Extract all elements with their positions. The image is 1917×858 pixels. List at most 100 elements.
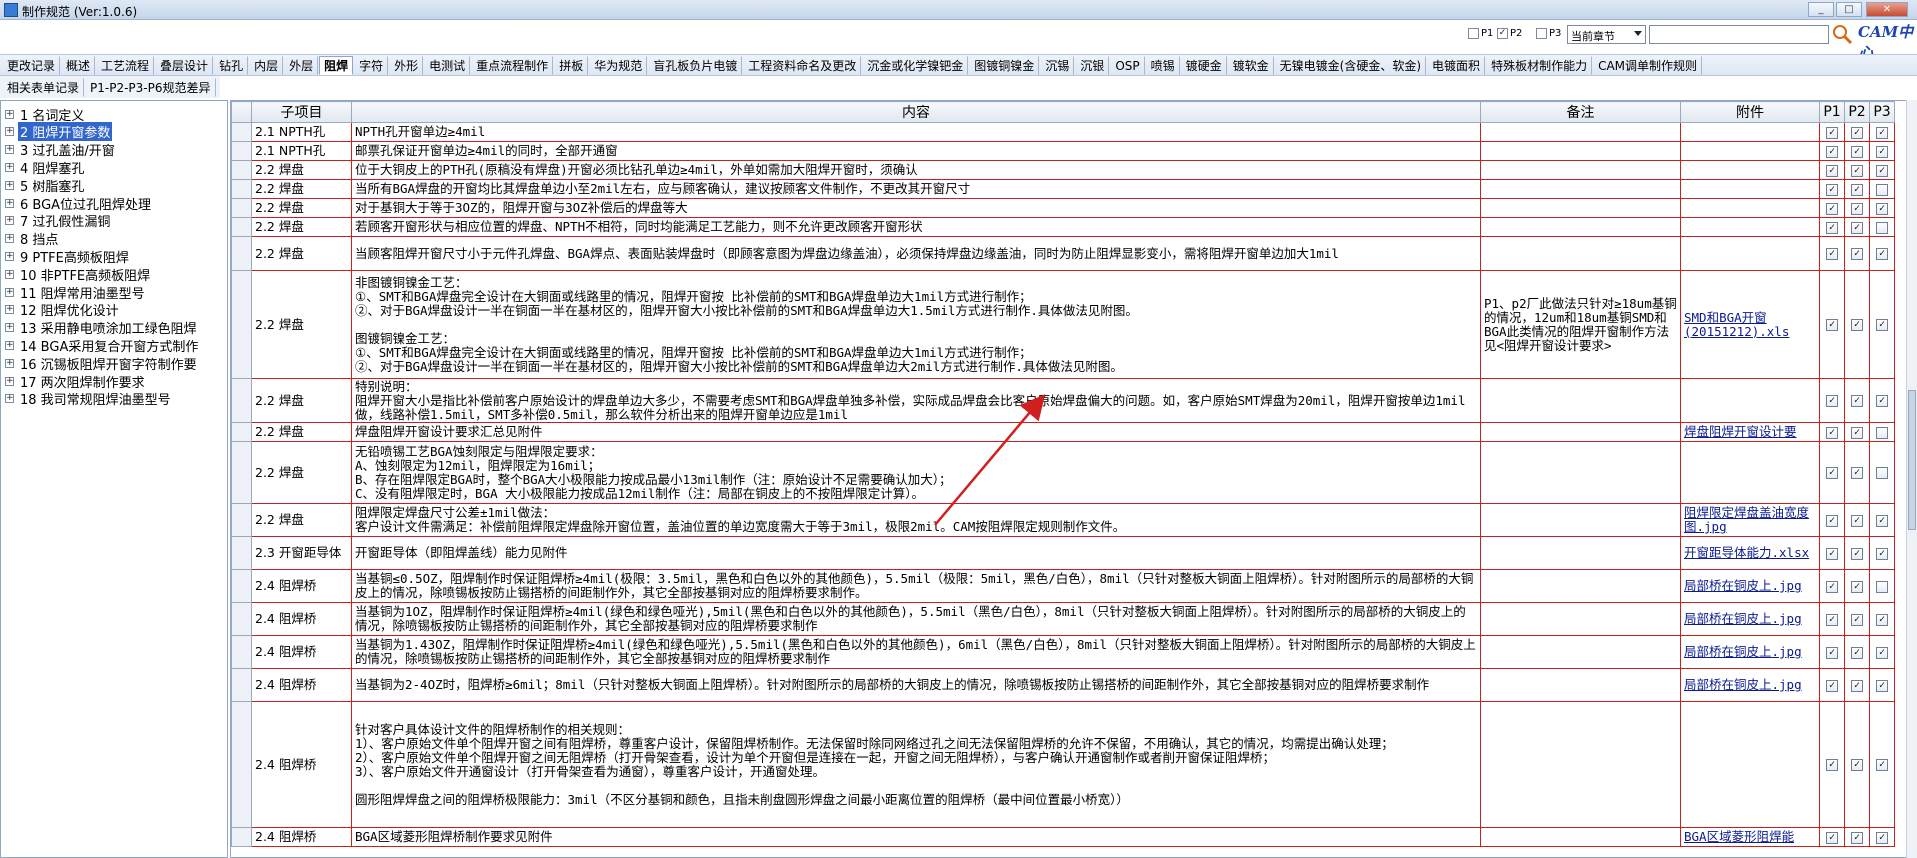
tree-node-label[interactable]: 10 非PTFE高频板阻焊 bbox=[18, 265, 152, 284]
grid-row[interactable]: 2.2 焊盘 当所有BGA焊盘的开窗均比其焊盘单边小至2mil左右，应与顾客确认，… bbox=[231, 179, 1895, 199]
cell-content[interactable]: 非图镀铜镍金工艺： ①、SMT和BGA焊盘完全设计在大铜面或线路里的情况，阻焊开… bbox=[351, 270, 1481, 379]
p3-row-checkbox[interactable]: ✓ bbox=[1876, 145, 1888, 158]
col-header-sub[interactable]: 子项目 bbox=[251, 101, 352, 123]
col-header-content[interactable]: 内容 bbox=[351, 101, 1481, 123]
grid-row[interactable]: 2.2 焊盘 当顾客阻焊开窗尺寸小于元件孔焊盘、BGA焊点、表面贴装焊盘时（即顾客… bbox=[231, 236, 1895, 271]
nav-tab-25[interactable]: 电镀面积 bbox=[1427, 55, 1486, 75]
cell-content[interactable]: 若顾客开窗形状与相应位置的焊盘、NPTH不相符，同时均能满足工艺能力，则不允许更… bbox=[351, 217, 1481, 237]
cell-sub[interactable]: 2.2 焊盘 bbox=[251, 160, 352, 180]
tree-node[interactable]: +17 两次阻焊制作要求 bbox=[1, 372, 147, 391]
nav-tab-1[interactable]: 概述 bbox=[61, 55, 96, 75]
cell-remark[interactable] bbox=[1480, 701, 1681, 828]
nav-tab-14[interactable]: 盲孔板负片电镀 bbox=[648, 55, 743, 75]
nav-tab-19[interactable]: 沉银 bbox=[1075, 55, 1110, 75]
grid-row[interactable]: 2.2 焊盘 焊盘阻焊开窗设计要求汇总见附件 焊盘阻焊开窗设计要 ✓ ✓ bbox=[231, 422, 1895, 442]
grid-row[interactable]: 2.2 焊盘 对于基铜大于等于3OZ的，阻焊开窗与3OZ补偿后的焊盘等大 ✓ ✓ ✓ bbox=[231, 198, 1895, 218]
cell-remark[interactable]: P1、p2厂此做法只针对≥18um基铜的情况，12um和18um基铜SMD和BG… bbox=[1480, 270, 1681, 379]
maximize-button[interactable]: □ bbox=[1836, 2, 1862, 17]
tree-node[interactable]: +7 过孔假性漏铜 bbox=[1, 212, 112, 230]
cell-sub[interactable]: 2.4 阻焊桥 bbox=[251, 668, 352, 702]
grid-row[interactable]: 2.4 阻焊桥 BGA区域菱形阻焊桥制作要求见附件 BGA区域菱形阻焊能 ✓ ✓ ✓ bbox=[231, 827, 1895, 847]
cell-remark[interactable] bbox=[1480, 378, 1681, 423]
grid-row[interactable]: 2.1 NPTH孔 邮票孔保证开窗单边≥4mil的同时，全部开通窗 ✓ ✓ ✓ bbox=[231, 141, 1895, 161]
row-header[interactable] bbox=[231, 270, 252, 379]
row-header[interactable] bbox=[231, 569, 252, 603]
attachment-link[interactable]: 阻焊限定焊盘盖油宽度图.jpg bbox=[1684, 505, 1809, 534]
grid-row[interactable]: 2.2 焊盘 若顾客开窗形状与相应位置的焊盘、NPTH不相符，同时均能满足工艺能力… bbox=[231, 217, 1895, 237]
p1-row-checkbox[interactable]: ✓ bbox=[1826, 679, 1838, 692]
cell-remark[interactable] bbox=[1480, 635, 1681, 669]
row-header[interactable] bbox=[231, 236, 252, 271]
row-header[interactable] bbox=[231, 827, 252, 847]
cell-sub[interactable]: 2.4 阻焊桥 bbox=[251, 701, 352, 828]
p2-row-checkbox[interactable]: ✓ bbox=[1851, 221, 1863, 234]
cell-sub[interactable]: 2.2 焊盘 bbox=[251, 179, 352, 199]
tree-node-label[interactable]: 7 过孔假性漏铜 bbox=[18, 211, 112, 230]
col-header-p2[interactable]: P2 bbox=[1844, 101, 1870, 123]
p1-checkbox[interactable] bbox=[1468, 28, 1479, 39]
tree-node[interactable]: +9 PTFE高频板阻焊 bbox=[1, 247, 131, 266]
tree-node[interactable]: +4 阻焊塞孔 bbox=[1, 158, 86, 177]
nav-tab-18[interactable]: 沉锡 bbox=[1040, 55, 1075, 75]
cell-content[interactable]: BGA区域菱形阻焊桥制作要求见附件 bbox=[351, 827, 1481, 847]
cell-remark[interactable] bbox=[1480, 141, 1681, 161]
p2-row-checkbox[interactable]: ✓ bbox=[1851, 467, 1863, 479]
grid-row[interactable]: 2.2 焊盘 无铅喷锡工艺BGA蚀刻限定与阻焊限定要求： A、蚀刻限定为12mil… bbox=[231, 441, 1895, 504]
cell-remark[interactable] bbox=[1480, 503, 1681, 537]
scrollbar-thumb[interactable] bbox=[1908, 390, 1916, 530]
p1-row-checkbox[interactable]: ✓ bbox=[1826, 426, 1838, 439]
row-header[interactable] bbox=[231, 536, 252, 570]
attachment-link[interactable]: 局部桥在铜皮上.jpg bbox=[1684, 611, 1802, 626]
p2-row-checkbox[interactable]: ✓ bbox=[1851, 831, 1863, 844]
cell-sub[interactable]: 2.2 焊盘 bbox=[251, 422, 352, 442]
attachment-link[interactable]: SMD和BGA开窗 (20151212).xls bbox=[1684, 310, 1789, 339]
p2-row-checkbox[interactable]: ✓ bbox=[1851, 646, 1863, 659]
expand-icon[interactable]: + bbox=[5, 127, 14, 137]
row-header[interactable] bbox=[231, 668, 252, 702]
p1-row-checkbox[interactable]: ✓ bbox=[1826, 248, 1838, 260]
p2-row-checkbox[interactable]: ✓ bbox=[1851, 145, 1863, 158]
cell-content[interactable]: 开窗距导体（即阻焊盖线）能力见附件 bbox=[351, 536, 1481, 570]
grid-row[interactable]: 2.4 阻焊桥 当基铜为1.43OZ，阻焊制作时保证阻焊桥≥4mil(绿色和绿色哑… bbox=[231, 635, 1895, 669]
tree-node-label[interactable]: 16 沉锡板阻焊开窗字符制作要 bbox=[18, 354, 199, 373]
p2-checkbox[interactable]: ✓ bbox=[1497, 28, 1508, 39]
row-header[interactable] bbox=[231, 635, 252, 669]
nav-tab-3[interactable]: 叠层设计 bbox=[155, 55, 214, 75]
expand-icon[interactable]: + bbox=[5, 162, 14, 172]
p3-row-checkbox[interactable]: ✓ bbox=[1876, 126, 1888, 139]
tree-node[interactable]: +2 阻焊开窗参数 bbox=[1, 122, 113, 142]
p2-row-checkbox[interactable]: ✓ bbox=[1851, 514, 1863, 527]
tree-node-label[interactable]: 13 采用静电喷涂加工绿色阻焊 bbox=[18, 318, 199, 337]
attachment-link[interactable]: 开窗距导体能力.xlsx bbox=[1684, 545, 1809, 560]
cell-remark[interactable] bbox=[1480, 160, 1681, 180]
row-header[interactable] bbox=[231, 122, 252, 142]
expand-icon[interactable]: + bbox=[5, 269, 14, 279]
cell-content[interactable]: 当基铜为2-4OZ时，阻焊桥≥6mil；8mil（只针对整板大铜面上阻焊桥）。针… bbox=[351, 668, 1481, 702]
tree-node-label[interactable]: 5 树脂塞孔 bbox=[18, 176, 86, 195]
expand-icon[interactable]: + bbox=[5, 109, 14, 119]
p3-row-checkbox[interactable]: ✓ bbox=[1876, 395, 1888, 407]
row-header[interactable] bbox=[231, 160, 252, 180]
row-header[interactable] bbox=[231, 198, 252, 218]
cell-sub[interactable]: 2.4 阻焊桥 bbox=[251, 569, 352, 603]
p3-row-checkbox[interactable]: ✓ bbox=[1876, 514, 1888, 527]
cell-remark[interactable] bbox=[1480, 236, 1681, 271]
nav-tab-24[interactable]: 无镍电镀金(含硬金、软金) bbox=[1275, 55, 1427, 75]
vertical-scrollbar[interactable] bbox=[1906, 100, 1917, 858]
tree-node-label[interactable]: 8 挡点 bbox=[18, 229, 60, 248]
nav-tab-21[interactable]: 喷锡 bbox=[1146, 55, 1180, 75]
attachment-link[interactable]: 焊盘阻焊开窗设计要 bbox=[1684, 424, 1797, 439]
cell-content[interactable]: 针对客户具体设计文件的阻焊桥制作的相关规则： 1）、客户原始文件单个阻焊开窗之间… bbox=[351, 701, 1481, 828]
row-header[interactable] bbox=[231, 217, 252, 237]
p1-row-checkbox[interactable]: ✓ bbox=[1826, 547, 1838, 560]
attachment-link[interactable]: 局部桥在铜皮上.jpg bbox=[1684, 644, 1802, 659]
cell-sub[interactable]: 2.2 焊盘 bbox=[251, 270, 352, 379]
p1-row-checkbox[interactable]: ✓ bbox=[1826, 467, 1838, 479]
cell-sub[interactable]: 2.2 焊盘 bbox=[251, 236, 352, 271]
nav-tab-8[interactable]: 字符 bbox=[354, 55, 389, 75]
expand-icon[interactable]: + bbox=[5, 287, 14, 297]
expand-icon[interactable]: + bbox=[5, 198, 14, 208]
cell-content[interactable]: NPTH孔开窗单边≥4mil bbox=[351, 122, 1481, 142]
tree-node-label[interactable]: 2 阻焊开窗参数 bbox=[18, 122, 113, 142]
expand-icon[interactable]: + bbox=[5, 305, 14, 315]
